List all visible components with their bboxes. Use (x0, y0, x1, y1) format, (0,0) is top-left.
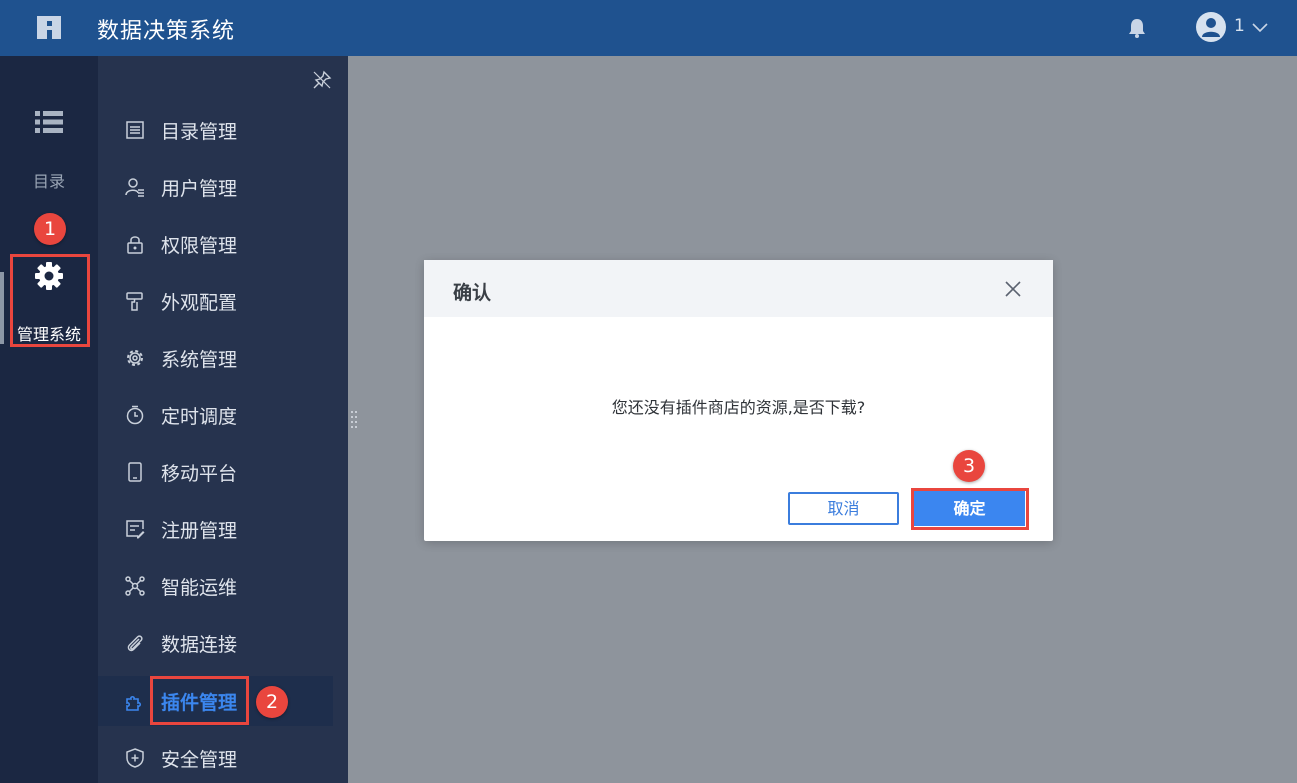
menu-item-label: 定时调度 (161, 406, 238, 428)
menu-item-register[interactable]: 注册管理 (98, 504, 348, 554)
menu-item-label: 用户管理 (161, 178, 238, 200)
catalog-list-icon[interactable] (34, 110, 64, 134)
step-badge-3: 3 (953, 450, 985, 482)
list-icon (126, 121, 144, 139)
menu-item-label: 外观配置 (161, 292, 238, 314)
network-icon (125, 576, 145, 596)
rail-catalog-label[interactable]: 目录 (0, 168, 98, 192)
mobile-icon (128, 462, 142, 482)
app-title: 数据决策系统 (97, 19, 236, 44)
menu-item-label: 移动平台 (161, 463, 238, 485)
close-icon[interactable] (1003, 279, 1023, 299)
puzzle-icon (126, 695, 142, 711)
menu-item-data-connection[interactable]: 数据连接 (98, 618, 348, 668)
menu-item-label: 目录管理 (161, 121, 238, 143)
resize-handle-icon[interactable] (351, 410, 357, 430)
menu-item-system[interactable]: 系统管理 (98, 333, 348, 383)
pin-icon[interactable] (312, 70, 332, 90)
step-badge-1: 1 (34, 213, 66, 245)
menu-item-security[interactable]: 安全管理 (98, 733, 348, 783)
bell-icon[interactable] (1127, 17, 1147, 39)
chevron-down-icon[interactable] (1251, 18, 1269, 36)
menu-item-catalog[interactable]: 目录管理 (98, 105, 348, 155)
menu-item-mobile[interactable]: 移动平台 (98, 447, 348, 497)
paperclip-icon (127, 635, 143, 652)
cancel-button[interactable]: 取消 (788, 492, 899, 525)
dialog-title: 确认 (453, 282, 492, 304)
app-logo-icon[interactable] (34, 12, 64, 42)
menu-item-schedule[interactable]: 定时调度 (98, 390, 348, 440)
menu-item-permissions[interactable]: 权限管理 (98, 219, 348, 269)
menu-item-label: 权限管理 (161, 235, 238, 257)
menu-item-label: 数据连接 (161, 634, 238, 656)
dialog-message: 您还没有插件商店的资源,是否下载? (611, 398, 866, 417)
menu-item-ops[interactable]: 智能运维 (98, 561, 348, 611)
user-avatar-icon (1202, 18, 1220, 37)
top-header: 数据决策系统 1 (0, 0, 1297, 56)
menu-item-label: 安全管理 (161, 749, 238, 771)
highlight-box-admin (10, 254, 90, 347)
highlight-box-ok (911, 488, 1029, 530)
menu-item-label: 智能运维 (161, 577, 238, 599)
register-icon (126, 520, 145, 539)
step-badge-2: 2 (256, 686, 288, 718)
highlight-box-plugins (150, 676, 249, 725)
user-name[interactable]: 1 (1234, 16, 1245, 36)
gear-icon (127, 350, 143, 366)
timer-icon (126, 405, 144, 425)
left-rail (0, 56, 98, 783)
user-icon (125, 178, 144, 197)
menu-item-label: 系统管理 (161, 349, 238, 371)
menu-item-appearance[interactable]: 外观配置 (98, 276, 348, 326)
dialog-header: 确认 (424, 260, 1053, 317)
menu-item-label: 注册管理 (161, 520, 238, 542)
shield-icon (126, 748, 144, 768)
menu-item-users[interactable]: 用户管理 (98, 162, 348, 212)
brush-icon (126, 292, 143, 311)
lock-icon (127, 236, 143, 254)
avatar[interactable] (1196, 12, 1226, 42)
